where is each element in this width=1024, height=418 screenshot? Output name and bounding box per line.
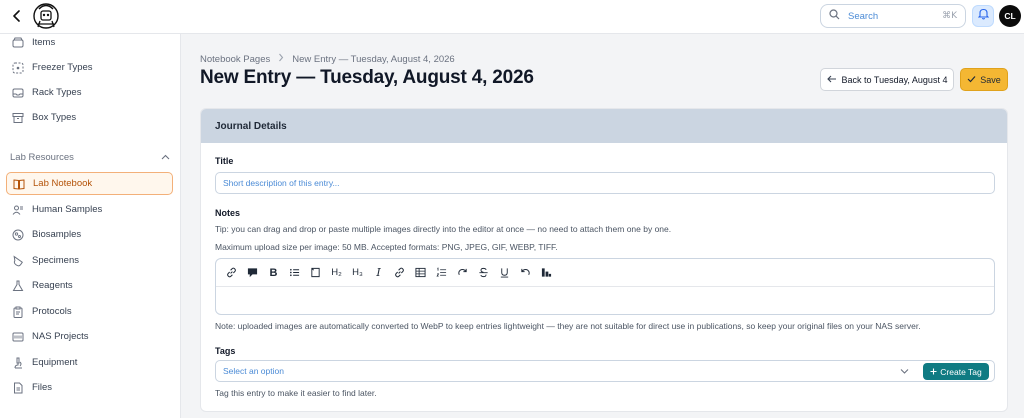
sidebar-item-items[interactable]: Items	[6, 31, 173, 54]
flask-icon	[11, 279, 25, 293]
sidebar-item-label: Lab Notebook	[33, 178, 93, 189]
snowflake-grid-icon	[11, 61, 25, 75]
title-label: Title	[215, 156, 234, 166]
microscope-icon	[11, 356, 25, 370]
numbered-list-icon[interactable]	[434, 265, 449, 280]
underline-icon[interactable]	[497, 265, 512, 280]
sidebar-item-reagents[interactable]: Reagents	[6, 274, 173, 297]
check-icon	[967, 75, 976, 85]
redo-icon[interactable]	[455, 265, 470, 280]
sidebar: Items Freezer Types Rack Types Box Types…	[0, 34, 181, 418]
sidebar-item-freezer-types[interactable]: Freezer Types	[6, 56, 173, 79]
sidebar-item-specimens[interactable]: Specimens	[6, 249, 173, 272]
plus-icon	[930, 367, 937, 377]
breadcrumb-current: New Entry — Tuesday, August 4, 2026	[292, 53, 455, 65]
sidebar-item-label: Reagents	[32, 280, 73, 291]
sidebar-item-box-types[interactable]: Box Types	[6, 106, 173, 129]
bullet-list-icon[interactable]	[287, 265, 302, 280]
notifications-button[interactable]	[972, 5, 994, 27]
sidebar-item-equipment[interactable]: Equipment	[6, 351, 173, 374]
sidebar-item-label: NAS Projects	[32, 331, 89, 342]
notes-note: Note: uploaded images are automatically …	[215, 321, 921, 331]
bold-icon[interactable]: B	[266, 265, 281, 280]
table-icon[interactable]	[413, 265, 428, 280]
users-icon	[11, 203, 25, 217]
tags-hint: Tag this entry to make it easier to find…	[215, 388, 377, 398]
create-tag-label: Create Tag	[940, 366, 982, 377]
box-stack-icon	[11, 36, 25, 50]
tags-placeholder: Select an option	[223, 366, 284, 376]
book-open-icon	[12, 177, 26, 191]
sidebar-item-nas-projects[interactable]: NAS Projects	[6, 325, 173, 348]
sidebar-item-lab-notebook[interactable]: Lab Notebook	[6, 172, 173, 195]
dna-icon	[11, 228, 25, 242]
journal-details-card: Journal Details Title Notes Tip: you can…	[200, 108, 1008, 412]
strikethrough-icon[interactable]	[476, 265, 491, 280]
arrow-left-icon	[826, 75, 837, 85]
sidebar-item-label: Specimens	[32, 255, 79, 266]
italic-icon[interactable]: I	[371, 265, 386, 280]
section-title: Lab Resources	[10, 152, 74, 163]
tags-select[interactable]: Select an option Create Tag	[215, 360, 995, 382]
sidebar-item-rack-types[interactable]: Rack Types	[6, 81, 173, 104]
comment-icon[interactable]	[245, 265, 260, 280]
heading3-icon[interactable]: H₃	[350, 265, 365, 280]
chart-icon[interactable]	[539, 265, 554, 280]
server-icon	[11, 330, 25, 344]
breadcrumb-parent-link[interactable]: Notebook Pages	[200, 54, 270, 65]
note-icon[interactable]	[308, 265, 323, 280]
undo-icon[interactable]	[518, 265, 533, 280]
search-shortcut: ⌘K	[942, 11, 957, 21]
app-logo[interactable]	[32, 1, 60, 31]
breadcrumb: Notebook Pages New Entry — Tuesday, Augu…	[200, 53, 455, 65]
sidebar-item-human-samples[interactable]: Human Samples	[6, 198, 173, 221]
editor-toolbar: B H₂ H₃ I	[216, 259, 994, 287]
card-header: Journal Details	[201, 109, 1007, 143]
sidebar-item-label: Biosamples	[32, 229, 82, 240]
file-icon	[11, 381, 25, 395]
search-placeholder: Search	[848, 10, 879, 22]
search-icon	[829, 7, 840, 25]
sidebar-item-label: Protocols	[32, 306, 72, 317]
chevron-right-icon	[278, 53, 284, 65]
sidebar-item-label: Human Samples	[32, 204, 103, 215]
back-to-day-button[interactable]: Back to Tuesday, August 4	[820, 68, 954, 91]
save-button-label: Save	[980, 74, 1001, 85]
tags-label: Tags	[215, 346, 236, 356]
sidebar-item-biosamples[interactable]: Biosamples	[6, 223, 173, 246]
chevron-down-icon[interactable]	[900, 366, 909, 376]
archive-box-icon	[11, 111, 25, 125]
save-button[interactable]: Save	[960, 68, 1008, 91]
notes-label: Notes	[215, 208, 241, 218]
user-avatar[interactable]: CL	[999, 5, 1021, 27]
sidebar-item-label: Files	[32, 382, 53, 393]
link-chain-icon[interactable]	[392, 265, 407, 280]
back-button-label: Back to Tuesday, August 4	[841, 74, 948, 85]
test-tube-icon	[11, 254, 25, 268]
clipboard-icon	[11, 305, 25, 319]
sidebar-section-lab-resources[interactable]: Lab Resources	[10, 152, 170, 163]
sidebar-item-protocols[interactable]: Protocols	[6, 300, 173, 323]
chevron-up-icon	[161, 152, 170, 163]
link-icon[interactable]	[224, 265, 239, 280]
heading2-icon[interactable]: H₂	[329, 265, 344, 280]
sidebar-item-label: Rack Types	[32, 87, 82, 98]
title-input[interactable]	[215, 172, 995, 194]
top-bar: Search ⌘K CL	[0, 0, 1024, 34]
create-tag-button[interactable]: Create Tag	[923, 363, 989, 380]
bell-icon	[977, 7, 989, 25]
notes-editor[interactable]: B H₂ H₃ I	[215, 258, 995, 315]
sidebar-item-label: Freezer Types	[32, 62, 93, 73]
sidebar-item-label: Box Types	[32, 112, 77, 123]
page-title: New Entry — Tuesday, August 4, 2026	[200, 67, 534, 88]
sidebar-item-label: Equipment	[32, 357, 78, 368]
tray-icon	[11, 86, 25, 100]
search-box[interactable]: Search ⌘K	[820, 4, 966, 28]
back-chevron-icon[interactable]	[8, 7, 26, 25]
notes-tip: Tip: you can drag and drop or paste mult…	[215, 224, 672, 234]
notes-limits: Maximum upload size per image: 50 MB. Ac…	[215, 242, 558, 252]
sidebar-item-label: Items	[32, 37, 56, 48]
sidebar-item-files[interactable]: Files	[6, 376, 173, 399]
